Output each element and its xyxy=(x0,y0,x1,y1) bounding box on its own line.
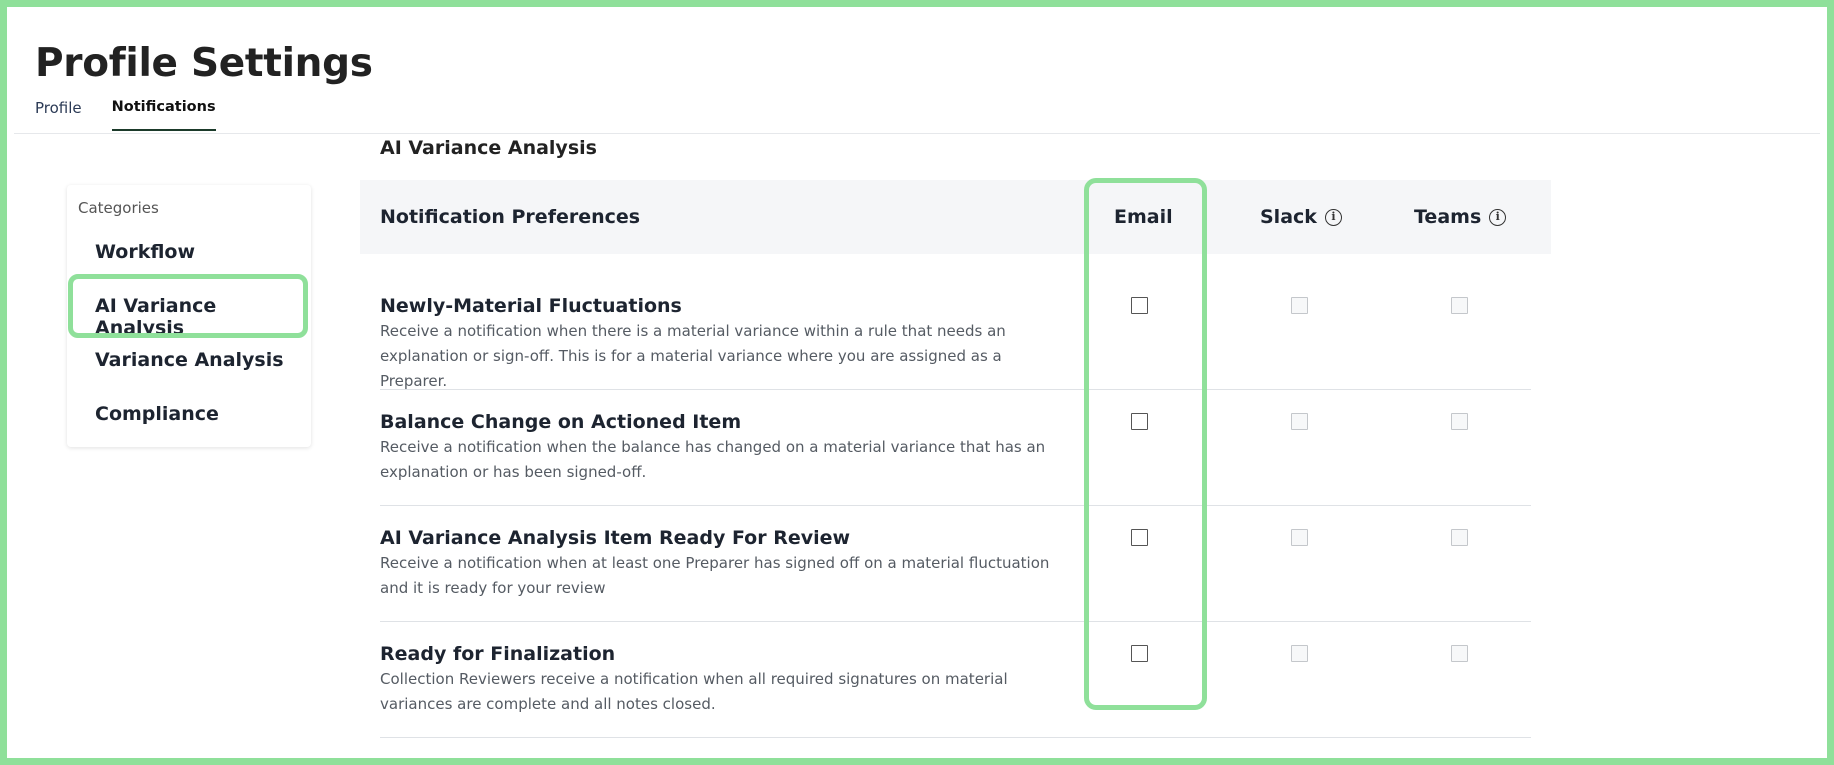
column-header-preferences: Notification Preferences xyxy=(380,206,641,228)
row-divider xyxy=(380,505,1531,506)
sidebar-item-variance-analysis[interactable]: Variance Analysis xyxy=(95,349,284,371)
row-divider xyxy=(380,621,1531,622)
column-header-slack: Slack i xyxy=(1260,180,1342,254)
row-title: AI Variance Analysis Item Ready For Revi… xyxy=(380,527,851,549)
info-icon[interactable]: i xyxy=(1489,209,1507,226)
row-description: Receive a notification when the balance … xyxy=(380,438,1046,481)
email-column-highlight xyxy=(1084,178,1207,710)
window-frame: Profile Settings Profile Notifications A… xyxy=(0,0,1834,765)
slack-checkbox[interactable] xyxy=(1291,297,1308,314)
row-divider xyxy=(380,389,1531,390)
categories-sidebar: Categories Workflow AI Variance Analysis… xyxy=(67,185,311,447)
row-description: Collection Reviewers receive a notificat… xyxy=(380,670,1008,713)
teams-checkbox[interactable] xyxy=(1451,645,1468,662)
row-divider xyxy=(380,737,1531,738)
row-title: Balance Change on Actioned Item xyxy=(380,411,742,433)
slack-checkbox[interactable] xyxy=(1291,413,1308,430)
column-header-slack-label: Slack xyxy=(1260,206,1317,228)
tab-notifications[interactable]: Notifications xyxy=(111,99,216,131)
sidebar-item-compliance[interactable]: Compliance xyxy=(95,403,219,425)
slack-checkbox[interactable] xyxy=(1291,645,1308,662)
sidebar-caption: Categories xyxy=(78,199,159,217)
teams-checkbox[interactable] xyxy=(1451,529,1468,546)
slack-checkbox[interactable] xyxy=(1291,529,1308,546)
table-header: Notification Preferences Email Slack i Te… xyxy=(360,180,1551,254)
row-title: Newly-Material Fluctuations xyxy=(380,295,682,317)
section-title: AI Variance Analysis xyxy=(380,137,597,159)
info-icon[interactable]: i xyxy=(1324,209,1342,226)
teams-checkbox[interactable] xyxy=(1451,297,1468,314)
column-header-email: Email xyxy=(1114,206,1173,228)
tab-profile[interactable]: Profile xyxy=(35,99,82,131)
row-description: Receive a notification when at least one… xyxy=(380,554,1050,597)
row-title: Ready for Finalization xyxy=(380,643,616,665)
email-checkbox[interactable] xyxy=(1131,529,1148,546)
column-header-teams-label: Teams xyxy=(1414,206,1482,228)
email-checkbox[interactable] xyxy=(1131,413,1148,430)
page-title: Profile Settings xyxy=(35,41,373,86)
email-checkbox[interactable] xyxy=(1131,645,1148,662)
email-checkbox[interactable] xyxy=(1131,297,1148,314)
teams-checkbox[interactable] xyxy=(1451,413,1468,430)
tabs-divider xyxy=(14,133,1820,134)
row-description: Receive a notification when there is a m… xyxy=(380,322,1006,390)
sidebar-item-workflow[interactable]: Workflow xyxy=(95,241,195,263)
column-header-teams: Teams i xyxy=(1414,180,1507,254)
sidebar-item-ai-variance-analysis[interactable]: AI Variance Analysis xyxy=(95,295,311,339)
tab-bar: Profile Notifications xyxy=(35,99,216,131)
